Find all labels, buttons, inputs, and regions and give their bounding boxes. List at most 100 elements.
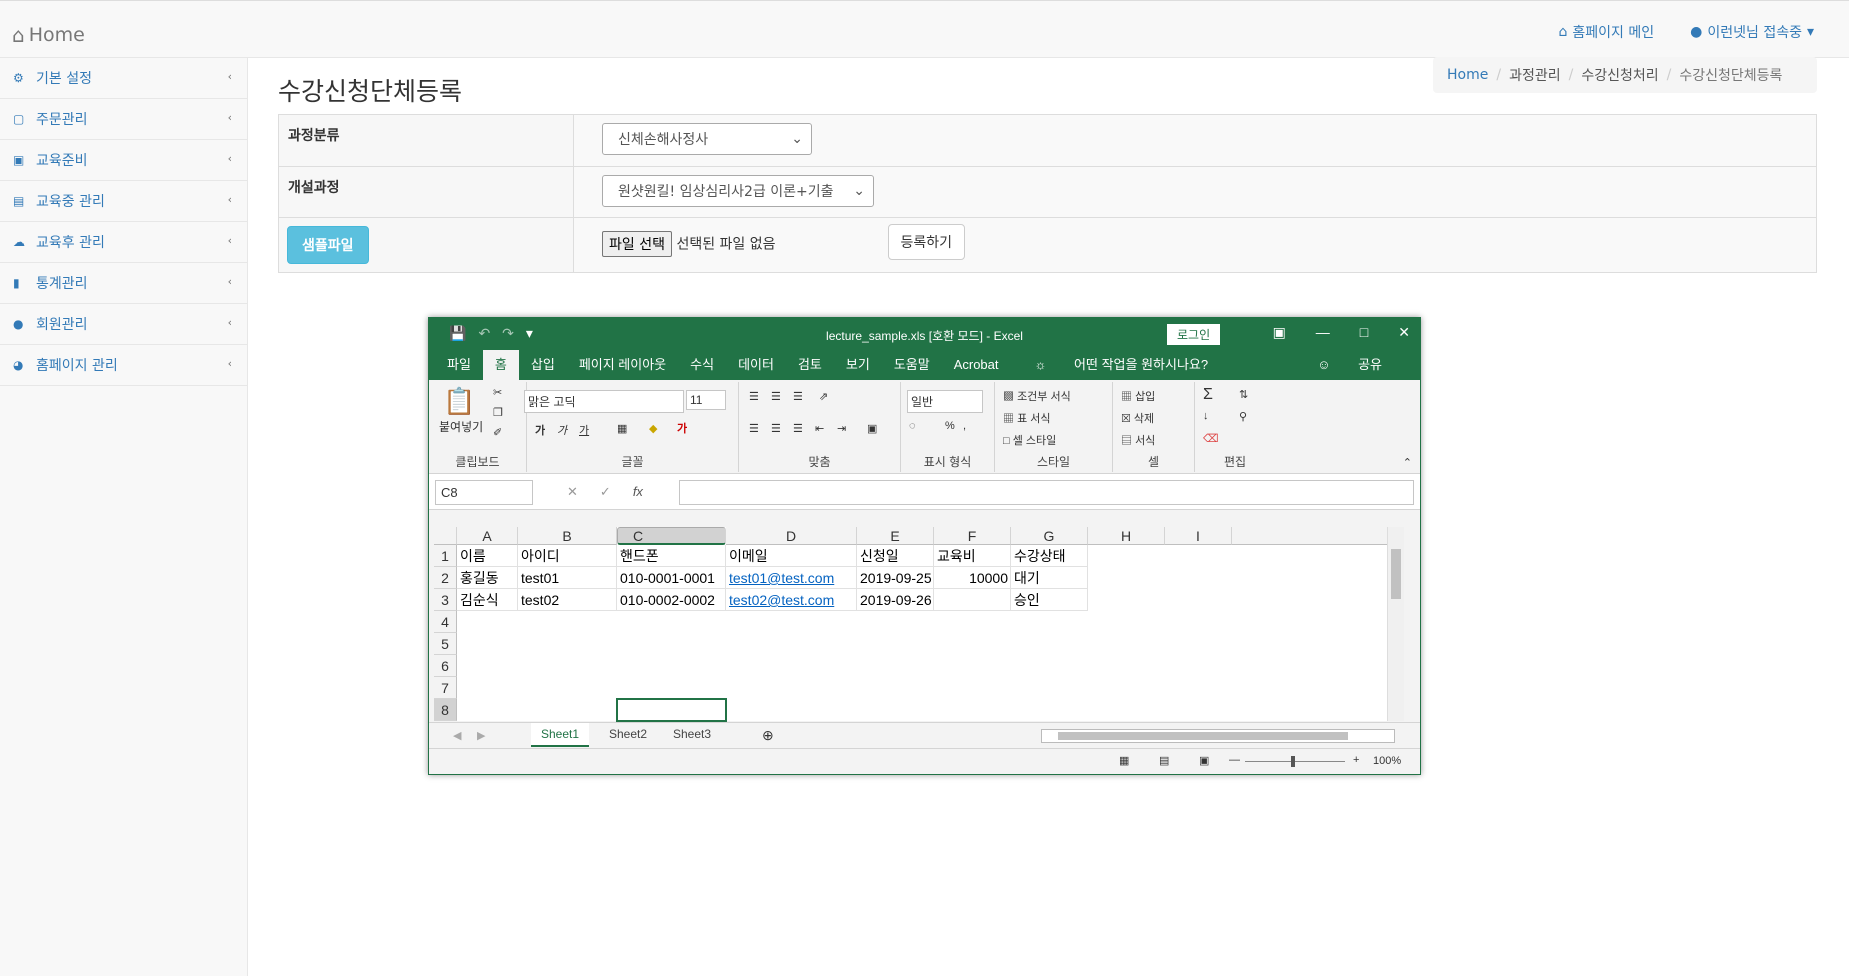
indent-decrease-icon[interactable]: ⇤: [815, 422, 824, 435]
homepage-main-link[interactable]: ⌂ 홈페이지 메인: [1559, 22, 1655, 42]
sidebar-item-education-after[interactable]: ☁ 교육후 관리 ‹: [0, 222, 247, 263]
sidebar-item-statistics[interactable]: ▮ 통계관리 ‹: [0, 263, 247, 304]
page-break-view-icon[interactable]: ▣: [1199, 754, 1209, 767]
table-cell[interactable]: 교육비: [934, 545, 1011, 567]
column-header[interactable]: D: [726, 527, 857, 545]
name-box[interactable]: C8: [435, 480, 533, 505]
share-button[interactable]: ☺ 공유: [1293, 350, 1406, 380]
delete-cells-button[interactable]: ☒ 삭제: [1121, 410, 1154, 426]
fill-color-icon[interactable]: ◆: [649, 422, 657, 435]
scroll-thumb[interactable]: [1391, 549, 1401, 599]
breadcrumb-enrollment[interactable]: 수강신청처리: [1581, 65, 1658, 85]
sort-filter-icon[interactable]: ⇅: [1239, 388, 1248, 401]
scroll-thumb[interactable]: [1058, 732, 1348, 740]
table-cell[interactable]: 이메일: [726, 545, 857, 567]
column-header[interactable]: H: [1088, 527, 1165, 545]
excel-login-button[interactable]: 로그인: [1167, 324, 1221, 345]
align-left-icon[interactable]: ☰: [749, 422, 759, 435]
tab-file[interactable]: 파일: [435, 350, 483, 380]
merge-center-icon[interactable]: ▣: [867, 422, 877, 435]
sheet-tab-sheet3[interactable]: Sheet3: [663, 723, 721, 747]
next-sheet-icon[interactable]: ▶: [477, 729, 485, 742]
table-cell[interactable]: 2019-09-25: [857, 567, 934, 589]
sample-file-button[interactable]: 샘플파일: [287, 226, 369, 264]
horizontal-scrollbar[interactable]: [1041, 729, 1395, 743]
column-header[interactable]: B: [518, 527, 617, 545]
sidebar-item-members[interactable]: ● 회원관리 ‹: [0, 304, 247, 345]
table-cell[interactable]: 수강상태: [1011, 545, 1088, 567]
table-cell[interactable]: test02@test.com: [726, 589, 857, 611]
tab-formulas[interactable]: 수식: [678, 350, 726, 380]
percent-icon[interactable]: %: [945, 420, 955, 432]
select-all-corner[interactable]: [434, 527, 457, 545]
column-header[interactable]: E: [857, 527, 934, 545]
breadcrumb-home[interactable]: Home: [1447, 67, 1488, 83]
orientation-icon[interactable]: ⇗: [819, 390, 828, 403]
tab-insert[interactable]: 삽입: [519, 350, 567, 380]
table-cell[interactable]: 010-0002-0002: [617, 589, 726, 611]
currency-icon[interactable]: ◌: [909, 420, 916, 432]
table-cell[interactable]: [934, 589, 1011, 611]
row-header[interactable]: 2: [434, 567, 457, 589]
table-cell[interactable]: 홍길동: [457, 567, 518, 589]
bold-icon[interactable]: 가: [535, 422, 545, 438]
sheet-tab-sheet2[interactable]: Sheet2: [599, 723, 657, 747]
column-header[interactable]: G: [1011, 527, 1088, 545]
tab-page-layout[interactable]: 페이지 레이아웃: [567, 350, 678, 380]
row-header[interactable]: 5: [434, 633, 457, 655]
font-size-box[interactable]: 11: [686, 390, 726, 410]
paste-label[interactable]: 붙여넣기: [439, 418, 483, 435]
tab-acrobat[interactable]: Acrobat: [942, 350, 1011, 380]
prev-sheet-icon[interactable]: ◀: [453, 729, 461, 742]
zoom-level[interactable]: 100%: [1373, 755, 1401, 767]
format-painter-icon[interactable]: ✐: [493, 426, 502, 439]
column-header[interactable]: I: [1165, 527, 1232, 545]
insert-function-icon[interactable]: fx: [633, 484, 643, 500]
align-top-icon[interactable]: ☰: [749, 390, 759, 403]
breadcrumb-course-management[interactable]: 과정관리: [1509, 65, 1561, 85]
table-cell[interactable]: test01@test.com: [726, 567, 857, 589]
table-cell[interactable]: 2019-09-26: [857, 589, 934, 611]
number-format-box[interactable]: 일반: [907, 390, 983, 413]
row-header[interactable]: 7: [434, 677, 457, 699]
normal-view-icon[interactable]: ▦: [1119, 754, 1129, 767]
underline-icon[interactable]: 가: [579, 422, 589, 438]
format-cells-button[interactable]: ▤ 서식: [1121, 432, 1155, 448]
clear-icon[interactable]: ⌫: [1203, 432, 1219, 445]
vertical-scrollbar[interactable]: [1387, 527, 1404, 721]
conditional-format-button[interactable]: ▩ 조건부 서식: [1003, 388, 1071, 404]
fill-icon[interactable]: ↓: [1203, 410, 1209, 422]
row-header[interactable]: 1: [434, 545, 457, 567]
align-middle-icon[interactable]: ☰: [771, 390, 781, 403]
brand-home-link[interactable]: ⌂ Home: [12, 23, 85, 47]
align-right-icon[interactable]: ☰: [793, 422, 803, 435]
sidebar-item-education-ongoing[interactable]: ▤ 교육중 관리 ‹: [0, 181, 247, 222]
zoom-out-icon[interactable]: —: [1229, 754, 1240, 766]
sidebar-item-homepage[interactable]: ◕ 홈페이지 관리 ‹: [0, 345, 247, 386]
font-color-icon[interactable]: 가: [677, 420, 687, 436]
table-cell[interactable]: test02: [518, 589, 617, 611]
file-choose-button[interactable]: 파일 선택: [602, 230, 672, 257]
tab-review[interactable]: 검토: [786, 350, 834, 380]
italic-icon[interactable]: 가: [557, 422, 567, 438]
tab-help[interactable]: 도움말: [882, 350, 942, 380]
course-select[interactable]: 원샷원킬! 임상심리사2급 이론+기출 ⌄: [602, 175, 874, 207]
cut-icon[interactable]: ✂: [493, 386, 502, 399]
column-header[interactable]: F: [934, 527, 1011, 545]
insert-cells-button[interactable]: ▦ 삽입: [1121, 388, 1155, 404]
row-header[interactable]: 3: [434, 589, 457, 611]
table-cell[interactable]: 신청일: [857, 545, 934, 567]
register-button[interactable]: 등록하기: [887, 224, 966, 260]
ribbon-display-icon[interactable]: ▣: [1273, 324, 1286, 341]
table-cell[interactable]: 핸드폰: [617, 545, 726, 567]
cancel-icon[interactable]: ✕: [567, 484, 578, 500]
zoom-in-icon[interactable]: +: [1353, 754, 1359, 766]
column-header[interactable]: A: [457, 527, 518, 545]
collapse-ribbon-icon[interactable]: ⌃: [1403, 456, 1412, 469]
row-header[interactable]: 6: [434, 655, 457, 677]
close-icon[interactable]: ✕: [1398, 324, 1410, 341]
align-center-icon[interactable]: ☰: [771, 422, 781, 435]
zoom-slider-thumb[interactable]: [1291, 756, 1295, 767]
table-cell[interactable]: test01: [518, 567, 617, 589]
tab-home[interactable]: 홈: [482, 350, 519, 380]
